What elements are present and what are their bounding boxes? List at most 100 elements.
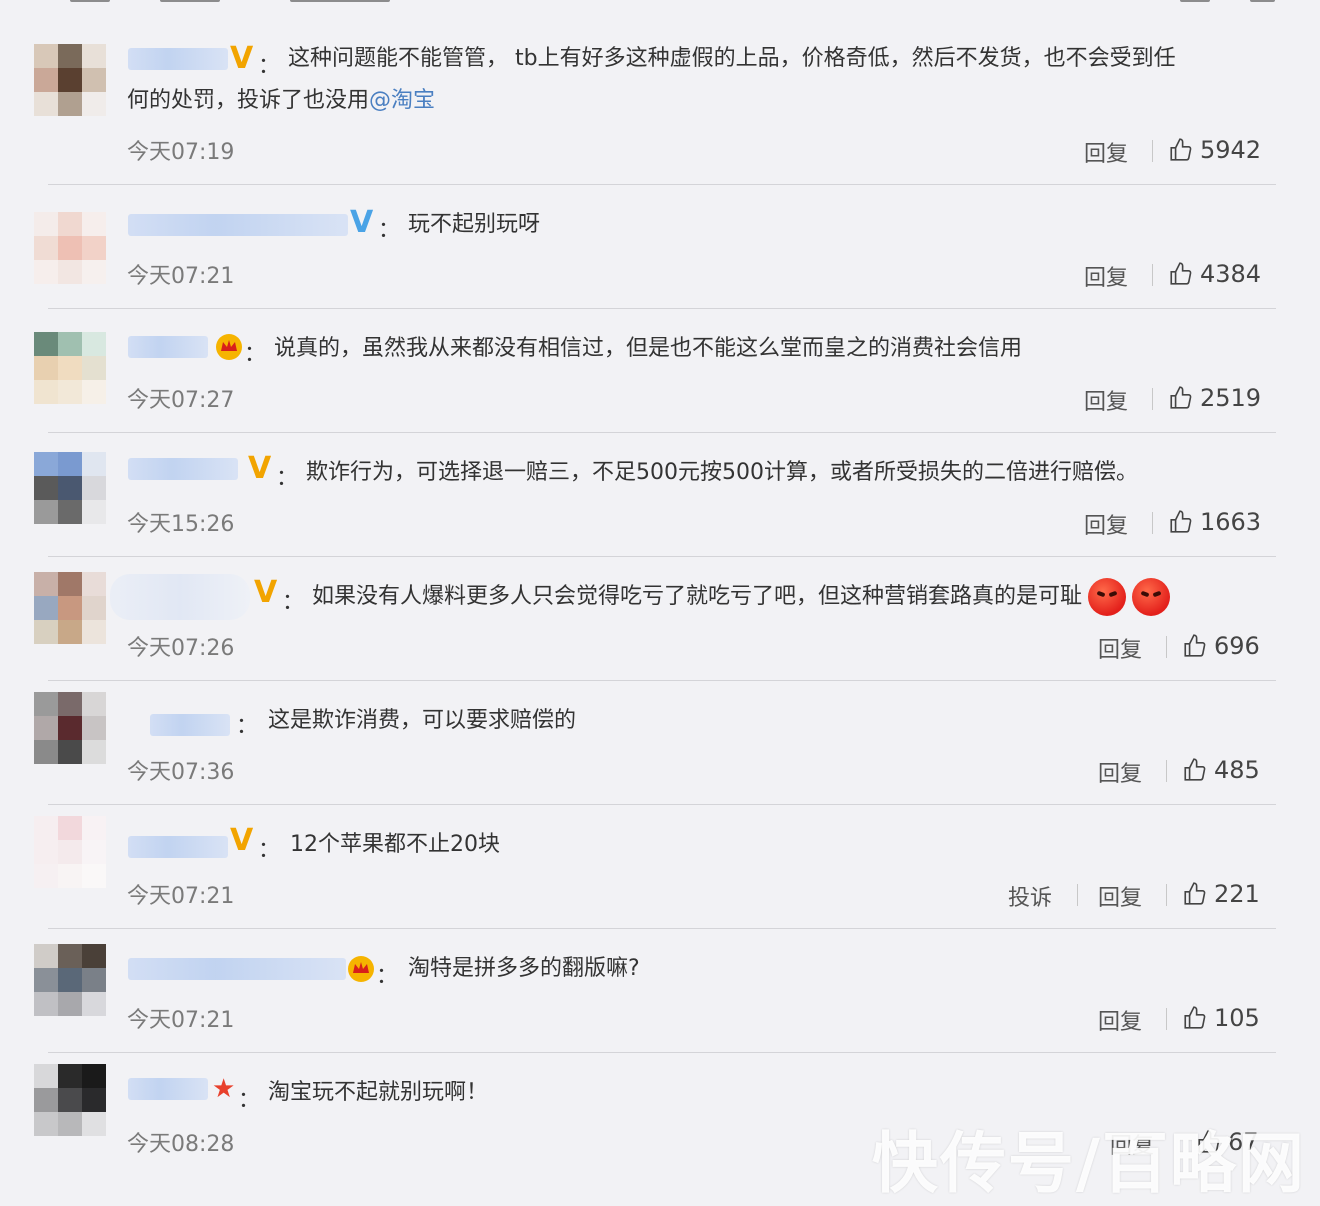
comment-text: 12个苹果都不止20块 [290,832,500,857]
reply-button[interactable]: 回复 [1098,632,1142,664]
reply-button[interactable]: 回复 [1084,136,1128,168]
thumbs-up-icon [1170,262,1192,285]
comment-text: 欺诈行为，可选择退一赔三，不足500元按500计算，或者所受损失的二倍进行赔偿。 [306,460,1138,485]
like-count: 4384 [1200,260,1262,288]
verified-v-icon: V [248,451,272,486]
thumbs-up-icon [1184,1006,1206,1029]
reply-button[interactable]: 回复 [1084,508,1128,540]
comment-text: 淘特是拼多多的翻版嘛? [408,956,640,981]
divider-vertical [1077,884,1078,906]
like-button[interactable]: 2519 [1168,384,1261,412]
username-blurred[interactable] [128,48,228,70]
divider-vertical [1152,264,1153,286]
divider [48,556,1276,557]
crown-icon [346,954,376,982]
like-count: 2519 [1200,384,1262,412]
like-count: 105 [1214,1004,1260,1032]
comment-text-line2: 何的处罚，投诉了也没用@淘宝 [127,80,435,122]
comment-text-part: 如果没有人爆料更多人只会觉得吃亏了就吃亏了吧，但这种营销套路真的是可耻 [312,584,1083,609]
like-button[interactable]: 4384 [1168,260,1261,288]
watermark: 快传号/百略网 [871,1125,1306,1202]
comment-time: 今天07:19 [127,140,235,165]
thumbs-up-icon [1170,138,1192,161]
star-icon: ★ [212,1074,236,1104]
avatar[interactable] [34,816,106,888]
colon: ： [258,838,281,863]
colon: ： [238,1088,261,1113]
crown-icon [214,332,244,360]
reply-button[interactable]: 回复 [1098,1004,1142,1036]
comment-text: 玩不起别玩呀 [408,212,541,237]
angry-emoji-icon [1088,578,1127,616]
comment-time: 今天15:26 [127,512,235,537]
avatar[interactable] [34,944,106,1016]
angry-emoji-icon [1132,578,1171,616]
divider [48,308,1276,309]
divider-vertical [1152,512,1153,534]
divider [48,184,1276,185]
thumbs-up-icon [1184,634,1206,657]
username-blurred[interactable] [128,836,228,858]
verified-v-icon: V [230,823,254,858]
thumbs-up-icon [1170,386,1192,409]
username-blurred[interactable] [128,1078,208,1100]
avatar[interactable] [34,452,106,524]
comment-text: 淘宝玩不起就别玩啊！ [268,1080,489,1105]
username-blurred[interactable] [128,958,346,980]
reply-button[interactable]: 回复 [1084,384,1128,416]
like-count: 221 [1214,880,1260,908]
colon: ： [282,590,305,615]
like-button[interactable]: 5942 [1168,136,1261,164]
comment-time: 今天07:21 [127,264,235,289]
avatar[interactable] [34,212,106,284]
colon: ： [276,466,299,491]
avatar[interactable] [34,332,106,404]
colon: ： [376,964,399,989]
divider [48,804,1276,805]
reply-button[interactable]: 回复 [1098,756,1142,788]
username-blurred[interactable] [128,214,348,236]
cropped-top-strip [0,0,1320,8]
like-count: 1663 [1200,508,1262,536]
like-count: 485 [1214,756,1260,784]
reply-button[interactable]: 回复 [1084,260,1128,292]
verified-v-icon: V [350,205,374,240]
comment-text: 这是欺诈消费，可以要求赔偿的 [268,708,577,733]
username-blurred[interactable] [110,574,250,620]
username-blurred[interactable] [128,458,238,480]
divider-vertical [1166,760,1167,782]
colon: ： [378,218,401,243]
comment-text: 说真的，虽然我从来都没有相信过，但是也不能这么堂而皇之的消费社会信用 [274,336,1023,361]
avatar[interactable] [34,692,106,764]
comment-text: 这种问题能不能管管， tb上有好多这种虚假的上品，价格奇低，然后不发货，也不会受… [288,46,1176,71]
colon: ： [244,342,267,367]
like-count: 696 [1214,632,1260,660]
comment-text-part: 何的处罚，投诉了也没用 [127,88,370,113]
like-count: 5942 [1200,136,1262,164]
avatar[interactable] [34,44,106,116]
divider [48,680,1276,681]
mention-link[interactable]: @淘宝 [369,88,435,113]
divider-vertical [1166,884,1167,906]
verified-v-icon: V [230,41,254,76]
like-button[interactable]: 485 [1182,756,1260,784]
reply-button[interactable]: 回复 [1098,880,1142,912]
avatar[interactable] [34,572,106,644]
username-blurred[interactable] [150,714,230,736]
comment-time: 今天07:36 [127,760,235,785]
username-blurred[interactable] [128,336,208,358]
divider [48,1052,1276,1053]
like-button[interactable]: 1663 [1168,508,1261,536]
like-button[interactable]: 696 [1182,632,1260,660]
comment-time: 今天08:28 [127,1132,235,1157]
divider-vertical [1152,140,1153,162]
report-button[interactable]: 投诉 [1008,880,1052,912]
like-button[interactable]: 105 [1182,1004,1260,1032]
divider-vertical [1166,636,1167,658]
divider-vertical [1166,1008,1167,1030]
like-button[interactable]: 221 [1182,880,1260,908]
avatar[interactable] [34,1064,106,1136]
thumbs-up-icon [1170,510,1192,533]
divider-vertical [1152,388,1153,410]
comment-text: 如果没有人爆料更多人只会觉得吃亏了就吃亏了吧，但这种营销套路真的是可耻 [312,576,1171,618]
